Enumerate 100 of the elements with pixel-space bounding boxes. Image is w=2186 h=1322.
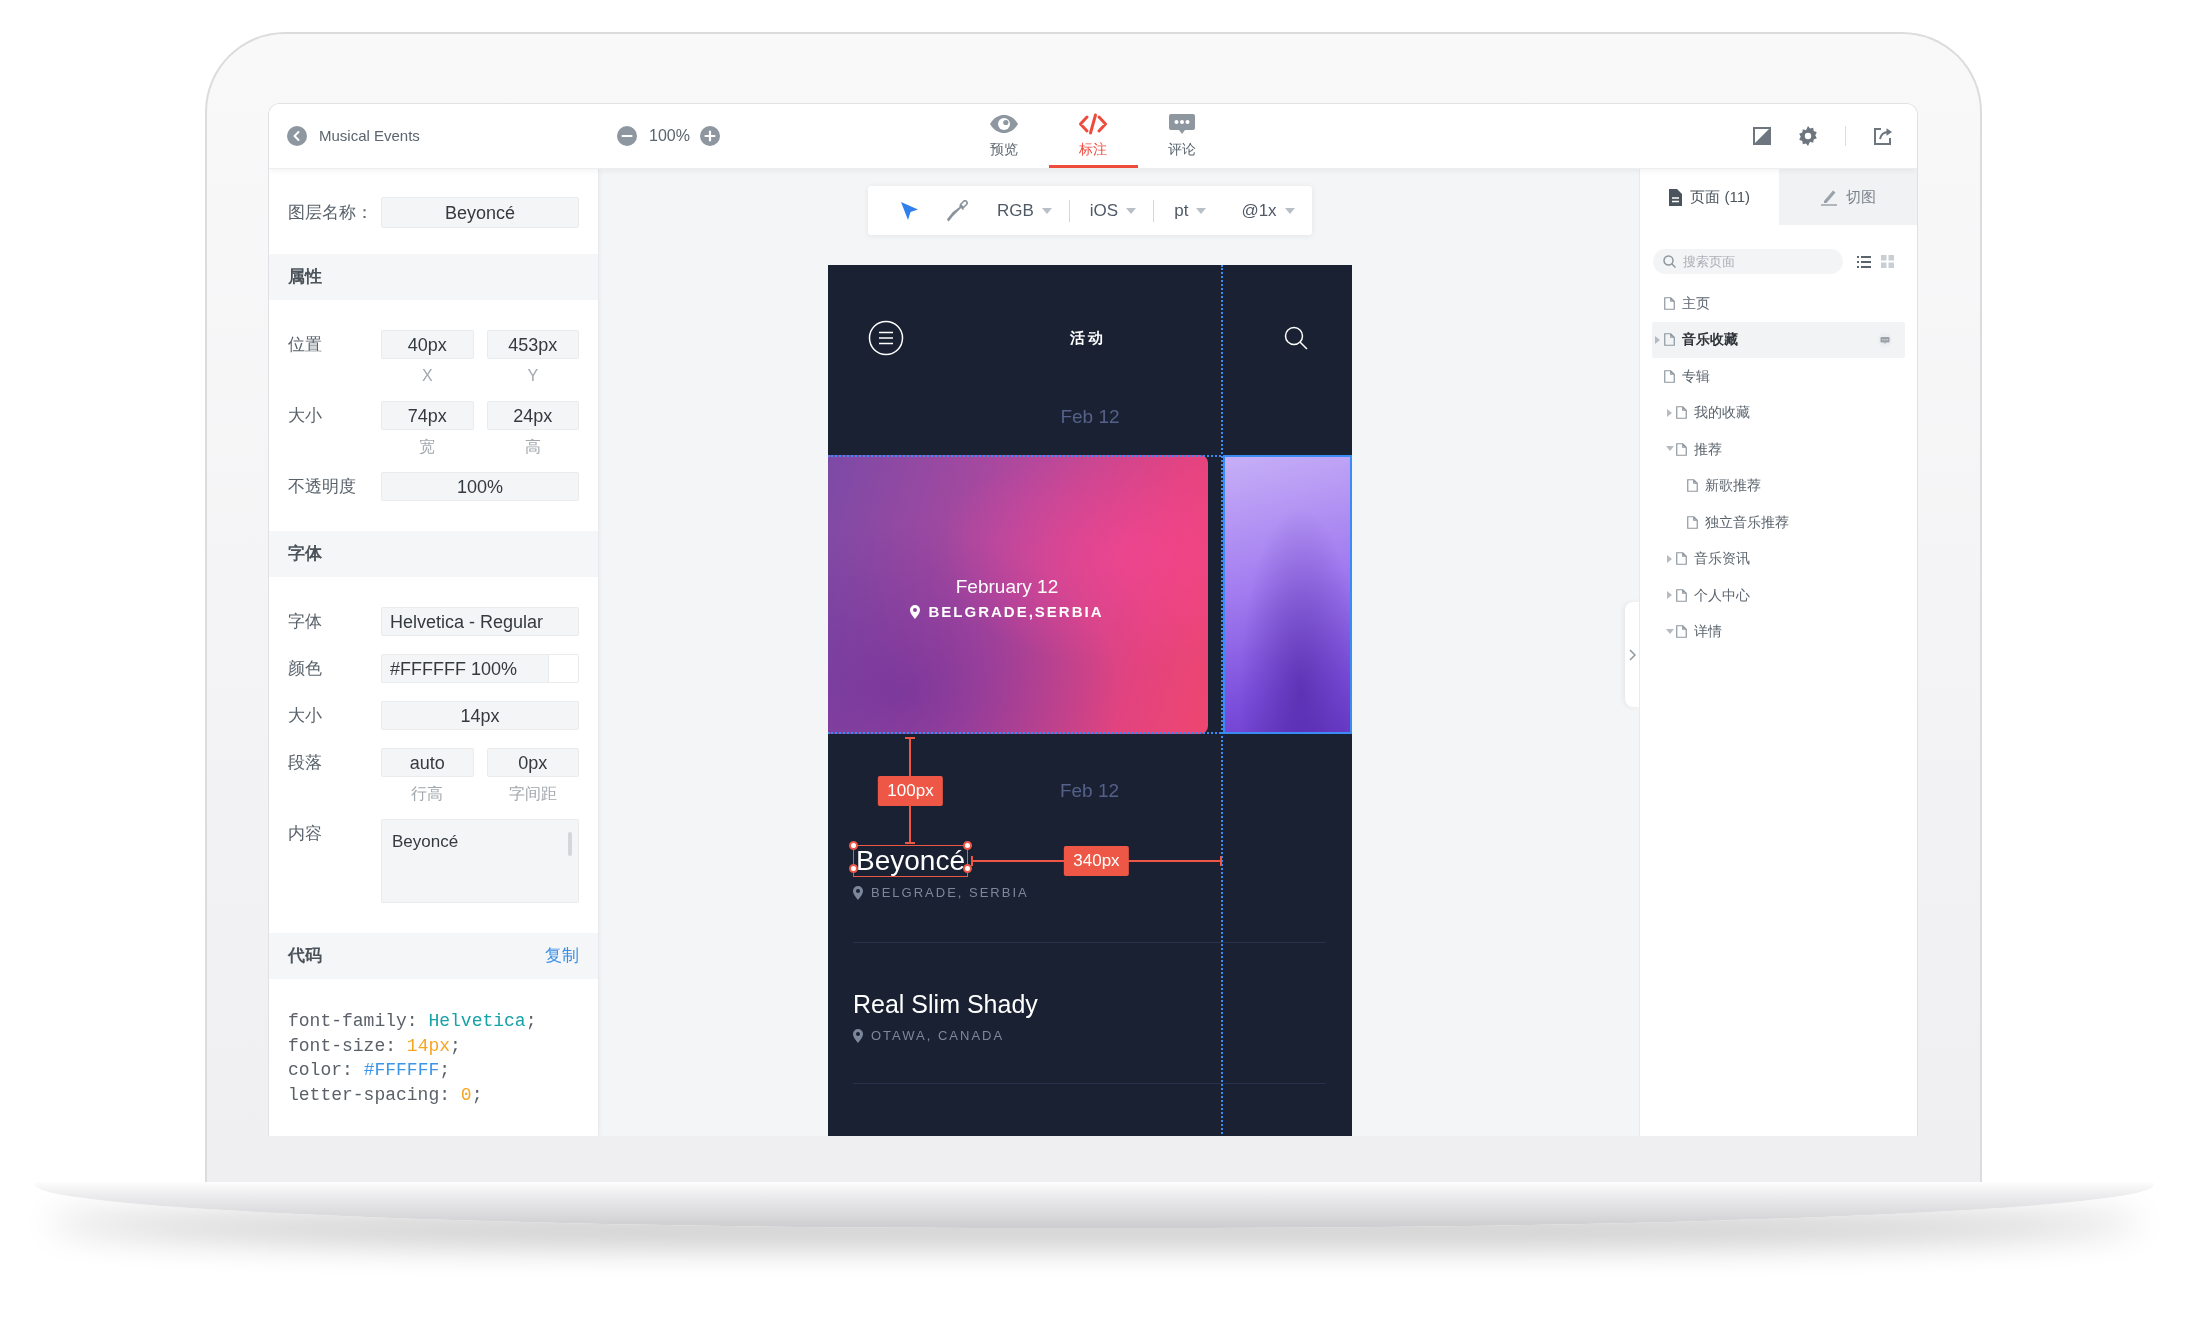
page-tree-item[interactable]: 音乐资讯 [1652,540,1905,577]
page-tree-item[interactable]: 详情 [1652,613,1905,650]
caret-icon [1041,207,1052,214]
page-tree-item[interactable]: 新歌推荐 [1652,467,1905,504]
zoom-out-button[interactable] [617,126,637,146]
value-field[interactable]: 74px [381,401,474,430]
back-button[interactable]: Musical Events [287,124,420,148]
page-icon [1664,333,1675,347]
gear-icon [1798,126,1818,146]
value-field[interactable]: Helvetica - Regular [381,607,579,636]
page-icon [1664,296,1675,310]
location-pin-icon [853,886,863,900]
search-icon[interactable] [1284,326,1308,350]
caret-icon [1284,207,1295,214]
page-icon [1675,625,1687,639]
field-caption: 高 [524,438,541,455]
resize-handle[interactable] [962,841,972,850]
field-caption: 宽 [419,438,436,455]
unit-dropdown[interactable]: pt [1174,199,1207,222]
display-mode-button[interactable] [1753,127,1771,145]
collapse-handle[interactable] [1625,602,1639,707]
section-title: 属性 [288,266,322,289]
page-tree-item[interactable]: 专辑 [1652,358,1905,395]
field-label: 位置 [288,335,322,354]
event-location: BELGRADE,SERBIA [928,602,1104,622]
value-field[interactable]: 453px [486,330,579,359]
caret-right-icon[interactable] [1666,554,1673,563]
page-tree-item[interactable]: 独立音乐推荐 [1652,504,1905,541]
caret-right-icon[interactable] [1666,408,1673,417]
value-field[interactable]: 40px [381,330,474,359]
field-caption: Y [527,367,539,384]
value-field[interactable]: 100% [381,472,579,501]
field-label: 字体 [288,612,322,631]
field-label: 不透明度 [288,477,356,496]
section-title: 字体 [288,543,322,566]
half-filled-square-icon [1753,127,1771,145]
page-tree-item[interactable]: 我的收藏 [1652,394,1905,431]
code-line: font-family: Helvetica; [288,1010,537,1033]
speech-bubble-icon [1167,113,1197,135]
field-label: 内容 [288,824,322,843]
chevron-right-icon [1628,648,1636,661]
unit-dropdown[interactable]: iOS [1089,199,1155,222]
color-field[interactable]: #FFFFFF 100% [381,654,579,683]
date-heading: Feb 12 [1059,780,1120,801]
page-tree-item[interactable]: 主页 [1652,285,1905,322]
field-label: 大小 [288,406,322,425]
pointer-tool-button[interactable] [899,199,919,222]
grid-view-button[interactable] [1881,255,1894,268]
settings-button[interactable] [1798,126,1818,146]
resize-handle[interactable] [849,864,858,873]
layer-name-field[interactable]: Beyoncé [381,197,579,228]
share-button[interactable] [1845,126,1893,146]
resize-handle[interactable] [849,841,858,850]
page-icon [1675,588,1687,602]
page-icon [1664,369,1675,383]
page-tree-item[interactable]: 音乐收藏 [1652,321,1905,358]
value-field[interactable]: 24px [486,401,579,430]
code-icon [1078,113,1108,135]
zoom-in-button[interactable] [699,126,720,146]
scrollbar-thumb[interactable] [568,832,572,856]
screen-title: 活动 [1070,327,1106,348]
caret-right-icon[interactable] [1666,591,1673,600]
page-icon [1687,515,1698,529]
page-icon [1675,406,1687,420]
section-title: 代码 [288,945,322,968]
resize-handle[interactable] [962,864,972,873]
share-icon [1873,126,1893,146]
field-caption: 行高 [411,785,444,802]
dimension-label: 100px [878,775,943,806]
unit-dropdown[interactable]: @1x [1241,199,1295,222]
list-view-button[interactable] [1857,255,1871,268]
caret-icon [1196,207,1207,214]
search-icon [1663,255,1676,268]
page-tree-item[interactable]: 个人中心 [1652,577,1905,614]
code-line: font-size: 14px; [288,1034,461,1058]
location-pin-icon [910,605,921,619]
menu-icon[interactable] [868,320,904,356]
code-line: letter-spacing: 0; [288,1083,483,1107]
page-tree-item[interactable]: 推荐 [1652,431,1905,468]
unit-dropdown[interactable]: RGB [997,199,1070,222]
field-label: 颜色 [288,659,322,678]
caret-down-icon[interactable] [1665,446,1674,453]
event-title: Real Slim Shady [853,989,1038,1019]
code-line: color: #FFFFFF; [288,1059,451,1082]
mode-tab[interactable]: 评论 [1137,104,1227,168]
eye-icon [989,113,1019,135]
mode-tab[interactable]: 预览 [959,104,1049,168]
eyedropper-tool-button[interactable] [947,199,969,222]
value-field[interactable]: auto [381,748,474,777]
search-field[interactable]: 搜索页面 [1653,249,1843,274]
field-caption: 字间距 [508,785,557,802]
caret-down-icon[interactable] [1665,628,1674,635]
content-field[interactable]: Beyoncé [381,819,579,903]
eyedropper-icon [947,199,969,222]
value-field[interactable]: 14px [381,701,579,730]
panel-tab[interactable]: 切图 [1778,169,1917,225]
caret-right-icon[interactable] [1655,335,1661,344]
dimension-label: 340px [1064,846,1129,876]
event-title: Beyoncé [856,846,965,876]
value-field[interactable]: 0px [486,748,579,777]
